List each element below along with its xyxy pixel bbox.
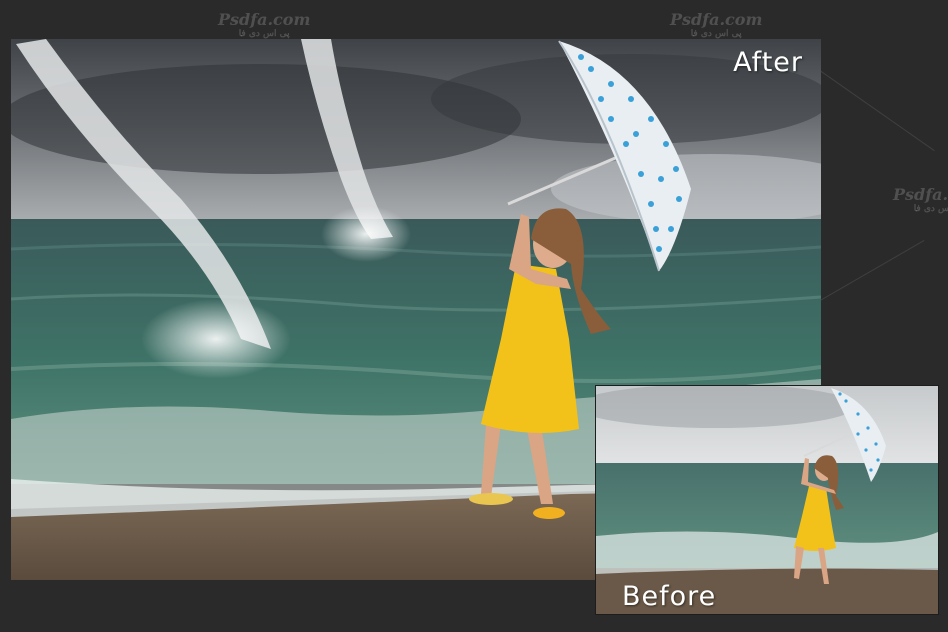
before-photo: Before [595, 385, 939, 615]
watermark-sub: پی اس دی فا [690, 29, 742, 39]
watermark-line [819, 70, 935, 152]
watermark-right: Psdfa.com پی اس دی فا [893, 185, 948, 214]
before-photo-scene [596, 386, 938, 614]
watermark-sub: پی اس دی فا [913, 204, 948, 214]
after-label: After [733, 47, 803, 78]
watermark-brand: Psdfa.com [218, 10, 311, 29]
watermark-top-left: Psdfa.com پی اس دی فا [218, 10, 310, 39]
watermark-brand: Psdfa.com [670, 10, 763, 29]
watermark-top-right: Psdfa.com پی اس دی فا [670, 10, 762, 39]
watermark-line [820, 240, 925, 301]
watermark-brand: Psdfa.com [893, 185, 948, 204]
before-label: Before [622, 581, 717, 612]
watermark-sub: پی اس دی فا [238, 29, 290, 39]
